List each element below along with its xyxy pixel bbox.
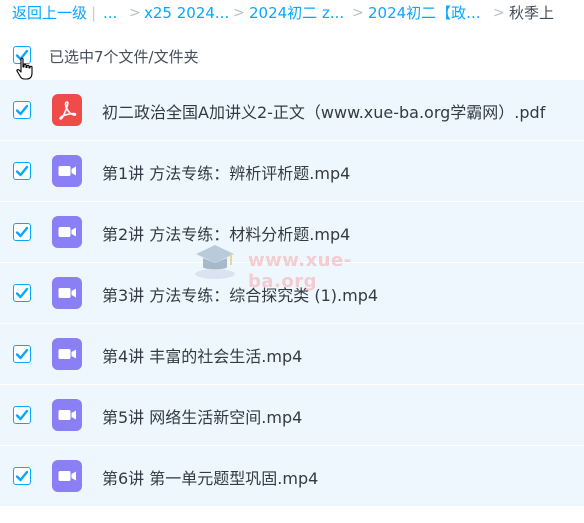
selection-count-text: 已选中7个文件/文件夹: [49, 48, 199, 66]
check-icon: [15, 226, 29, 238]
file-checkbox[interactable]: [13, 406, 31, 424]
file-checkbox[interactable]: [13, 345, 31, 363]
breadcrumb-separator: >: [233, 5, 245, 21]
file-row[interactable]: 第5讲 网络生活新空间.mp4: [0, 385, 584, 446]
file-checkbox[interactable]: [13, 101, 31, 119]
check-icon: [15, 409, 29, 421]
check-icon: [15, 470, 29, 482]
selection-header: 已选中7个文件/文件夹: [0, 40, 584, 74]
file-row[interactable]: 第4讲 丰富的社会生活.mp4: [0, 324, 584, 385]
watermark-text: www.xue-ba.org: [248, 250, 352, 292]
breadcrumb-separator: >: [129, 5, 141, 21]
video-icon: [52, 460, 82, 492]
video-icon: [52, 399, 82, 431]
video-icon: [52, 338, 82, 370]
hand-cursor-icon: [16, 57, 33, 80]
check-icon: [15, 104, 29, 116]
check-icon: [15, 348, 29, 360]
file-row[interactable]: 第6讲 第一单元题型巩固.mp4: [0, 446, 584, 507]
check-icon: [15, 287, 29, 299]
watermark: www.xue-ba.org: [190, 236, 400, 292]
breadcrumb-item-2024-politics[interactable]: 2024初二【政...: [368, 1, 480, 25]
breadcrumb-current: 秋季上: [509, 4, 555, 22]
file-name[interactable]: 初二政治全国A加讲义2-正文（www.xue-ba.org学霸网）.pdf: [102, 99, 545, 123]
file-name[interactable]: 第1讲 方法专练：辨析评析题.mp4: [102, 160, 350, 184]
breadcrumb-item-x25[interactable]: x25 2024...: [144, 1, 229, 25]
check-icon: [15, 165, 29, 177]
breadcrumb-ellipsis[interactable]: ...: [103, 1, 117, 25]
file-row[interactable]: 初二政治全国A加讲义2-正文（www.xue-ba.org学霸网）.pdf: [0, 80, 584, 141]
file-checkbox[interactable]: [13, 284, 31, 302]
file-checkbox[interactable]: [13, 467, 31, 485]
video-icon: [52, 216, 82, 248]
file-name[interactable]: 第5讲 网络生活新空间.mp4: [102, 404, 302, 428]
graduation-cap-icon: [195, 245, 235, 279]
file-checkbox[interactable]: [13, 162, 31, 180]
pdf-icon: [52, 94, 82, 126]
video-icon: [52, 277, 82, 309]
back-link[interactable]: 返回上一级: [12, 1, 87, 25]
breadcrumb: 返回上一级 | ... > x25 2024... > 2024初二 z... …: [0, 0, 584, 28]
file-name[interactable]: 第4讲 丰富的社会生活.mp4: [102, 343, 302, 367]
breadcrumb-separator: >: [493, 5, 505, 21]
file-name[interactable]: 第6讲 第一单元题型巩固.mp4: [102, 465, 318, 489]
video-icon: [52, 155, 82, 187]
file-row[interactable]: 第1讲 方法专练：辨析评析题.mp4: [0, 141, 584, 202]
breadcrumb-divider: |: [91, 4, 97, 22]
breadcrumb-separator: >: [352, 5, 364, 21]
file-checkbox[interactable]: [13, 223, 31, 241]
breadcrumb-item-2024-z[interactable]: 2024初二 z...: [249, 1, 344, 25]
